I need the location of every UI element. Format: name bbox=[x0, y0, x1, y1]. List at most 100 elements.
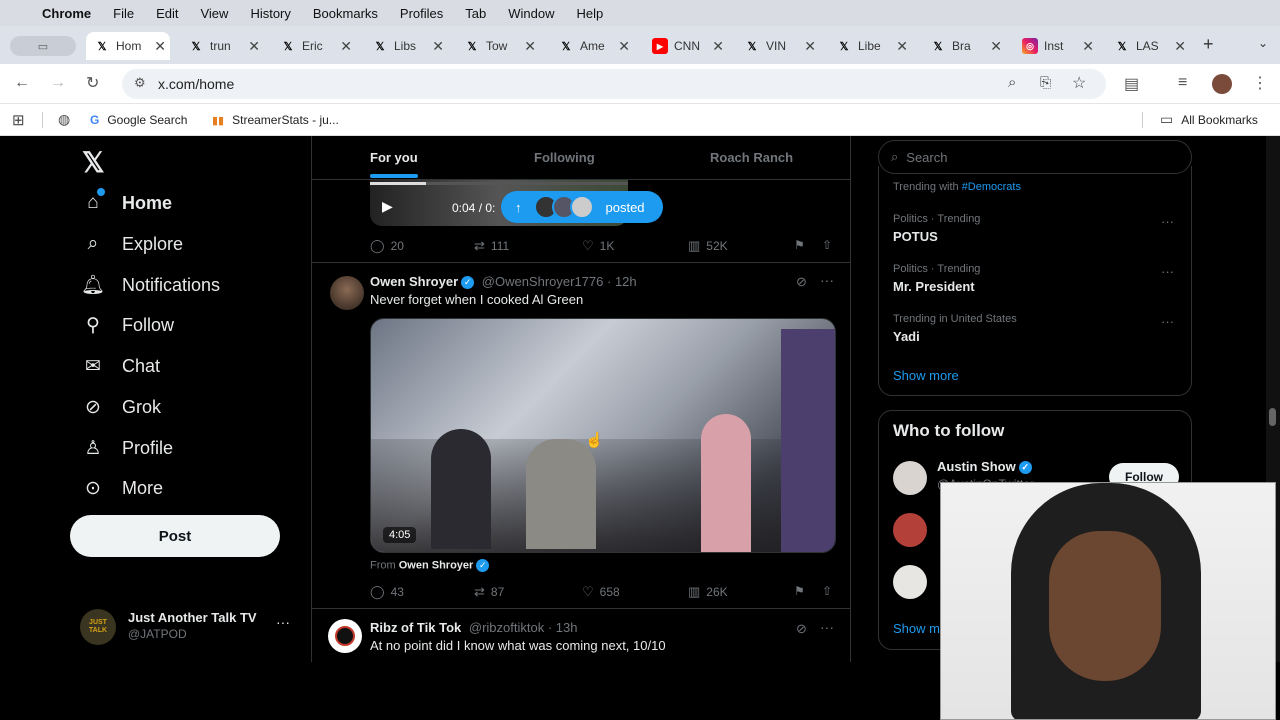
avatar[interactable] bbox=[330, 276, 364, 310]
menu-file[interactable]: File bbox=[113, 6, 134, 21]
more-dots-icon[interactable]: ··· bbox=[820, 272, 834, 288]
trend-item[interactable]: Politics · Trending POTUS bbox=[893, 213, 980, 244]
tab-10[interactable]: 𝕏 Bra ✕ bbox=[922, 32, 1006, 60]
follow-name[interactable]: Austin Show ✓ bbox=[937, 459, 1032, 475]
close-tab-icon[interactable]: ✕ bbox=[248, 38, 260, 55]
zoom-icon[interactable]: ⌕ bbox=[1008, 74, 1016, 91]
close-tab-icon[interactable]: ✕ bbox=[896, 38, 908, 55]
nav-profile[interactable]: ♙ Profile bbox=[82, 437, 173, 459]
address-bar[interactable]: ⚙ x.com/home ⌕ ⎘ ☆ bbox=[122, 69, 1106, 99]
more-dots-icon[interactable]: ··· bbox=[1161, 264, 1174, 279]
tab-home[interactable]: 𝕏 Hom ✕ bbox=[86, 32, 170, 60]
close-tab-icon[interactable]: ✕ bbox=[154, 38, 166, 55]
reply-button[interactable]: ◯ 43 bbox=[370, 584, 404, 600]
close-tab-icon[interactable]: ✕ bbox=[712, 38, 724, 55]
bookmark-google-search[interactable]: G Google Search bbox=[90, 113, 187, 127]
nav-chat[interactable]: ✉ Chat bbox=[82, 355, 160, 377]
tab-8[interactable]: 𝕏 VIN ✕ bbox=[736, 32, 820, 60]
share-icon[interactable]: ⇧ bbox=[822, 238, 832, 252]
avatar[interactable] bbox=[328, 619, 362, 653]
share-icon[interactable]: ⇧ bbox=[822, 584, 832, 598]
profile-avatar-icon[interactable] bbox=[1212, 74, 1232, 94]
forward-icon[interactable]: → bbox=[50, 74, 66, 92]
like-button[interactable]: ♡ 1K bbox=[582, 238, 614, 254]
grok-icon[interactable]: ⊘ bbox=[796, 621, 807, 637]
close-tab-icon[interactable]: ✕ bbox=[990, 38, 1002, 55]
tab-5[interactable]: 𝕏 Tow ✕ bbox=[456, 32, 540, 60]
menu-view[interactable]: View bbox=[200, 6, 228, 21]
grok-icon[interactable]: ⊘ bbox=[796, 274, 807, 290]
tab-search-icon[interactable]: ⌄ bbox=[1258, 36, 1268, 50]
menu-app-name[interactable]: Chrome bbox=[42, 6, 91, 21]
menu-edit[interactable]: Edit bbox=[156, 6, 178, 21]
post-button[interactable]: Post bbox=[70, 515, 280, 557]
tab-7[interactable]: ▶ CNN ✕ bbox=[644, 32, 728, 60]
more-dots-icon[interactable]: ··· bbox=[276, 614, 290, 630]
all-bookmarks[interactable]: ▭ All Bookmarks bbox=[1160, 111, 1258, 128]
back-icon[interactable]: ← bbox=[14, 74, 30, 92]
author-handle[interactable]: @ribzoftiktok bbox=[469, 620, 544, 635]
menu-help[interactable]: Help bbox=[577, 6, 604, 21]
tab-6[interactable]: 𝕏 Ame ✕ bbox=[550, 32, 634, 60]
author-name[interactable]: Ribz of Tik Tok bbox=[370, 620, 461, 635]
menu-history[interactable]: History bbox=[250, 6, 290, 21]
retweet-button[interactable]: ⇄ 87 bbox=[474, 584, 504, 600]
bookmark-star-icon[interactable]: ☆ bbox=[1072, 73, 1086, 93]
tab-for-you[interactable]: For you bbox=[370, 150, 418, 165]
close-tab-icon[interactable]: ✕ bbox=[1082, 38, 1094, 55]
menu-tab[interactable]: Tab bbox=[465, 6, 486, 21]
globe-icon[interactable]: ◍ bbox=[58, 111, 70, 128]
nav-notifications[interactable]: 🔔︎ Notifications bbox=[81, 274, 220, 297]
install-app-icon[interactable]: ⎘ bbox=[1040, 74, 1051, 91]
close-tab-icon[interactable]: ✕ bbox=[524, 38, 536, 55]
views-button[interactable]: ▥ 52K bbox=[688, 238, 728, 254]
tab-12[interactable]: 𝕏 LAS ✕ bbox=[1106, 32, 1190, 60]
tab-9[interactable]: 𝕏 Libe ✕ bbox=[828, 32, 912, 60]
reload-icon[interactable]: ↻ bbox=[86, 73, 99, 93]
nav-grok[interactable]: ⊘ Grok bbox=[82, 396, 161, 418]
more-dots-icon[interactable]: ··· bbox=[1161, 214, 1174, 229]
account-switcher[interactable]: JUST TALK Just Another Talk TV @JATPOD ·… bbox=[80, 606, 296, 648]
menu-window[interactable]: Window bbox=[508, 6, 554, 21]
tweet-time[interactable]: · 13h bbox=[548, 620, 578, 635]
tab-3[interactable]: 𝕏 Eric ✕ bbox=[272, 32, 356, 60]
tab-4[interactable]: 𝕏 Libs ✕ bbox=[364, 32, 448, 60]
author-handle[interactable]: @OwenShroyer1776 bbox=[482, 274, 604, 289]
close-tab-icon[interactable]: ✕ bbox=[340, 38, 352, 55]
from-name[interactable]: Owen Shroyer bbox=[399, 559, 474, 571]
close-tab-icon[interactable]: ✕ bbox=[1174, 38, 1186, 55]
bookmark-streamerstats[interactable]: ▮▮ StreamerStats - ju... bbox=[212, 113, 339, 127]
nav-home[interactable]: ⌂ Home bbox=[82, 192, 172, 214]
avatar[interactable] bbox=[893, 461, 927, 495]
close-tab-icon[interactable]: ✕ bbox=[618, 38, 630, 55]
play-icon[interactable]: ▶ bbox=[382, 198, 393, 215]
avatar[interactable] bbox=[893, 565, 927, 599]
trend-item[interactable]: Trending in United States Yadi bbox=[893, 313, 1017, 344]
scrollbar-thumb[interactable] bbox=[1269, 408, 1276, 426]
new-posts-pill[interactable]: ↑ posted bbox=[501, 191, 663, 223]
hashtag-link[interactable]: #Democrats bbox=[962, 181, 1021, 193]
nav-follow[interactable]: ⚲ Follow bbox=[82, 314, 174, 336]
reply-button[interactable]: ◯ 20 bbox=[370, 238, 404, 254]
x-logo-icon[interactable]: 𝕏 bbox=[82, 146, 105, 179]
extensions-icon[interactable]: ≡ bbox=[1178, 74, 1187, 92]
tweet-time[interactable]: · 12h bbox=[607, 274, 637, 289]
views-button[interactable]: ▥ 26K bbox=[688, 584, 728, 600]
apps-grid-icon[interactable]: ⊞ bbox=[12, 111, 25, 129]
nav-more[interactable]: ⊙ More bbox=[82, 477, 163, 499]
close-tab-icon[interactable]: ✕ bbox=[432, 38, 444, 55]
tab-roach-ranch[interactable]: Roach Ranch bbox=[710, 150, 793, 165]
trend-item[interactable]: Politics · Trending Mr. President bbox=[893, 263, 980, 294]
more-dots-icon[interactable]: ··· bbox=[1161, 314, 1174, 329]
more-dots-icon[interactable]: ··· bbox=[820, 619, 834, 635]
new-tab-icon[interactable]: + bbox=[1203, 34, 1214, 55]
chrome-menu-icon[interactable]: ⋮ bbox=[1252, 73, 1268, 93]
tab-following[interactable]: Following bbox=[534, 150, 595, 165]
nav-explore[interactable]: ⌕ Explore bbox=[82, 233, 183, 255]
avatar[interactable] bbox=[893, 513, 927, 547]
menu-profiles[interactable]: Profiles bbox=[400, 6, 443, 21]
site-info-icon[interactable]: ⚙ bbox=[134, 75, 146, 91]
tab-2[interactable]: 𝕏 trun ✕ bbox=[180, 32, 264, 60]
show-more-link[interactable]: Show m bbox=[893, 621, 940, 636]
media-icon[interactable]: ▤ bbox=[1124, 74, 1139, 94]
